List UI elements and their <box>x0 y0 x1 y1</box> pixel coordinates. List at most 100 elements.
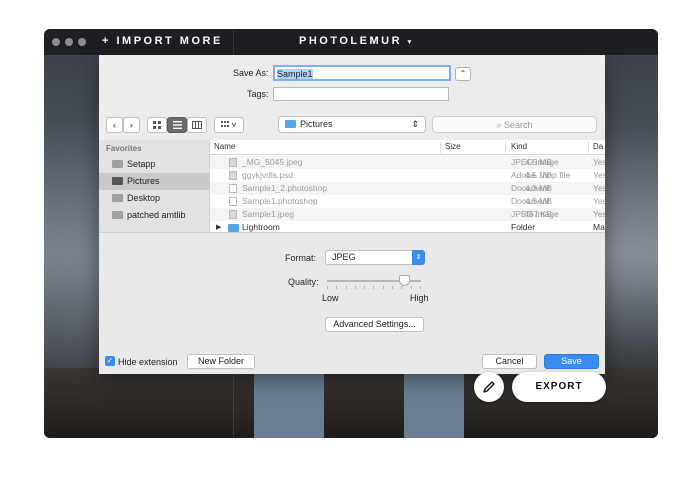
column-date[interactable]: Da <box>593 142 603 151</box>
tags-label: Tags: <box>247 89 269 99</box>
file-list: Name Size Kind Da _MG_5045.jpeg 4.5 MB J… <box>210 140 605 232</box>
file-name: _MG_5045.jpeg <box>242 157 303 167</box>
save-as-field[interactable]: Sample1 <box>273 65 451 81</box>
sidebar-item-label: Setapp <box>127 159 156 169</box>
file-row[interactable]: ▶ Lightroom Folder Ma <box>210 221 605 232</box>
file-list-header: Name Size Kind Da <box>210 140 605 155</box>
desktop-icon <box>112 194 123 202</box>
file-name: Sample1.jpeg <box>242 209 294 219</box>
list-icon <box>172 121 182 129</box>
sidebar-item-patched-amtlib[interactable]: patched amtlib <box>99 207 209 224</box>
format-dropdown[interactable]: JPEG ⇕ <box>325 250 425 265</box>
save-as-value: Sample1 <box>277 69 313 79</box>
file-row[interactable]: _MG_5045.jpeg 4.5 MB JPEG image Yes <box>210 156 605 169</box>
file-name: ggykjvdls.psd <box>242 170 294 180</box>
save-dialog: Save As: Sample1 ⌃ Tags: ‹ › Pictures ⇕ … <box>99 55 605 374</box>
columns-icon <box>192 121 202 129</box>
back-button[interactable]: ‹ <box>106 117 123 133</box>
save-button[interactable]: Save <box>544 354 599 369</box>
file-date: Yes <box>593 157 605 167</box>
sidebar-item-label: Desktop <box>127 193 161 203</box>
file-row[interactable]: Sample1.jpeg 467 KB JPEG image Yes <box>210 208 605 221</box>
folder-icon <box>285 120 296 128</box>
window-controls <box>52 38 86 46</box>
quality-high-label: High <box>410 293 429 303</box>
file-date: Yes <box>593 170 605 180</box>
file-row[interactable]: Sample1_2.photoshop 4.3 MB Document Yes <box>210 182 605 195</box>
brand-label: PHOTOLEMUR <box>299 35 403 47</box>
title-bar: + IMPORT MORE PHOTOLEMUR ▾ <box>44 29 658 55</box>
grid-icon <box>153 121 161 129</box>
column-size[interactable]: Size <box>445 142 461 151</box>
export-button[interactable]: EXPORT <box>512 372 606 402</box>
document-icon <box>229 184 237 193</box>
column-divider <box>588 141 589 153</box>
search-field[interactable]: ⌕ Search <box>432 116 597 133</box>
new-folder-button[interactable]: New Folder <box>187 354 255 369</box>
search-icon: ⌕ <box>496 120 502 130</box>
column-view-button[interactable] <box>187 117 207 133</box>
forward-button[interactable]: › <box>123 117 140 133</box>
file-kind: Document <box>511 196 550 206</box>
format-value: JPEG <box>332 252 356 262</box>
file-kind: JPEG image <box>511 157 559 167</box>
file-name: Sample1_2.photoshop <box>242 183 328 193</box>
sidebar-item-pictures[interactable]: Pictures <box>99 173 209 190</box>
updown-arrows-icon: ⇕ <box>412 250 425 265</box>
list-view-button[interactable] <box>167 117 187 133</box>
cancel-button[interactable]: Cancel <box>482 354 537 369</box>
zoom-window-button[interactable] <box>78 38 86 46</box>
brand-menu[interactable]: PHOTOLEMUR ▾ <box>299 35 414 47</box>
sidebar-item-desktop[interactable]: Desktop <box>99 190 209 207</box>
folder-icon <box>112 211 123 219</box>
location-dropdown[interactable]: Pictures ⇕ <box>278 116 426 133</box>
folder-icon <box>228 224 239 232</box>
file-kind: Folder <box>511 222 536 232</box>
quality-slider-ticks <box>327 286 421 289</box>
camera-icon <box>112 177 123 185</box>
file-row[interactable]: ggykjvdls.psd 4.5 MB Adobe...hop file Ye… <box>210 169 605 182</box>
save-options-panel: Format: JPEG ⇕ Quality: Low High Advance… <box>99 232 605 374</box>
file-kind: JPEG image <box>511 209 559 219</box>
sidebar-item-label: Pictures <box>127 176 160 186</box>
icon-view-button[interactable] <box>147 117 167 133</box>
file-name: Sample1.photoshop <box>242 196 318 206</box>
file-row[interactable]: Sample1.photoshop 4.5 MB Document Yes <box>210 195 605 208</box>
file-date: Yes <box>593 183 605 193</box>
favorites-heading: Favorites <box>106 144 142 153</box>
tags-field[interactable] <box>273 87 449 101</box>
group-icon <box>221 121 237 127</box>
format-label: Format: <box>285 253 317 263</box>
hide-extension-label: Hide extension <box>118 357 178 367</box>
close-window-button[interactable] <box>52 38 60 46</box>
file-kind: Document <box>511 183 550 193</box>
psd-file-icon <box>229 171 237 180</box>
import-more-button[interactable]: + IMPORT MORE <box>102 35 223 47</box>
quality-slider-knob[interactable] <box>398 275 410 286</box>
favorites-sidebar: Favorites Setapp Pictures Desktop patche… <box>99 140 210 232</box>
edit-button[interactable] <box>474 372 504 402</box>
disclosure-triangle-icon[interactable]: ▶ <box>216 221 221 232</box>
file-kind: Adobe...hop file <box>511 170 571 180</box>
document-icon <box>229 197 237 206</box>
pencil-icon <box>483 381 495 393</box>
sidebar-item-setapp[interactable]: Setapp <box>99 156 209 173</box>
hide-extension-checkbox[interactable]: ✓ <box>105 356 115 366</box>
quality-label: Quality: <box>288 277 319 287</box>
location-label: Pictures <box>300 119 333 129</box>
search-placeholder: Search <box>504 120 533 130</box>
group-by-button[interactable] <box>214 117 244 133</box>
photo-legs-left <box>254 368 324 438</box>
column-divider <box>440 141 441 153</box>
column-kind[interactable]: Kind <box>511 142 527 151</box>
column-name[interactable]: Name <box>214 142 235 151</box>
column-divider <box>505 141 506 153</box>
advanced-settings-button[interactable]: Advanced Settings... <box>325 317 424 332</box>
file-name: Lightroom <box>242 222 280 232</box>
photo-legs-right <box>404 368 464 438</box>
image-file-icon <box>229 210 237 219</box>
folder-icon <box>112 160 123 168</box>
minimize-window-button[interactable] <box>65 38 73 46</box>
collapse-dialog-button[interactable]: ⌃ <box>455 67 471 81</box>
file-date: Yes <box>593 209 605 219</box>
